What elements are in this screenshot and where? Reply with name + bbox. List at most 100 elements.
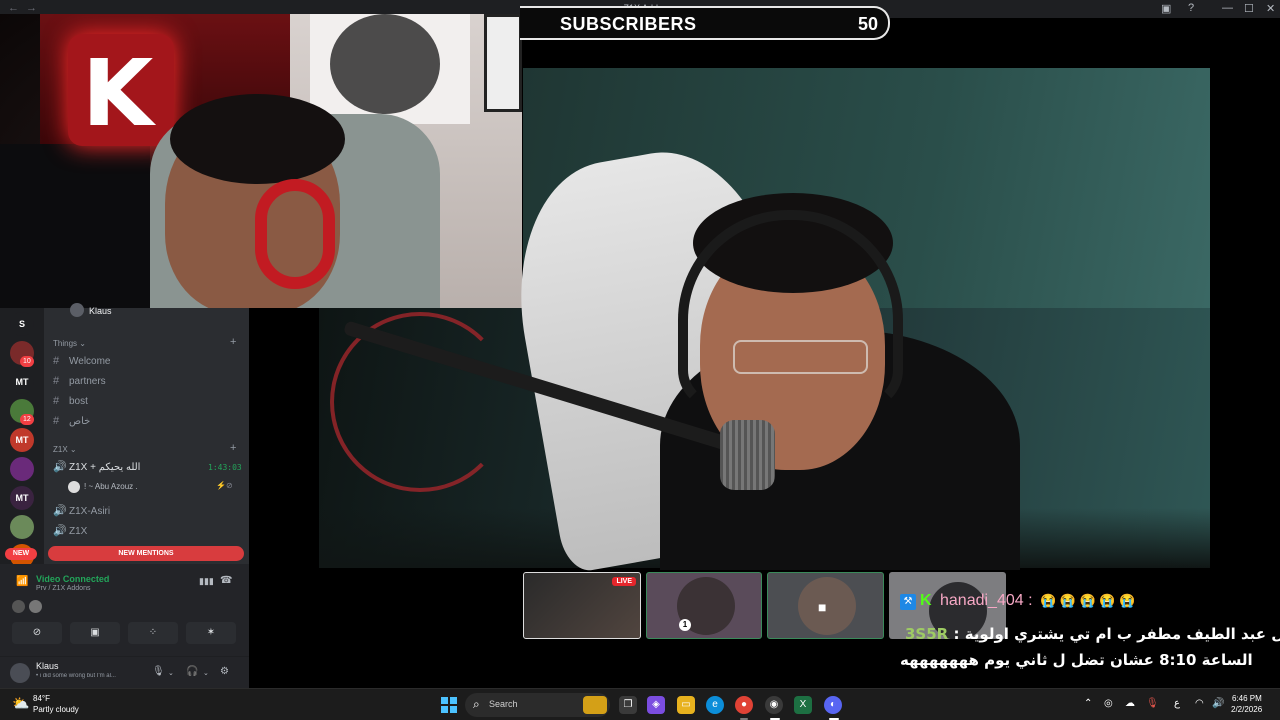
server-icon[interactable] — [10, 515, 34, 539]
language-indicator[interactable]: ع — [1174, 698, 1180, 709]
add-channel-icon[interactable]: + — [230, 336, 236, 348]
weather-icon[interactable]: ⛅ — [12, 695, 29, 712]
participant-tile[interactable]: ■ — [767, 572, 884, 639]
participant-tile-stream[interactable]: LIVE — [523, 572, 641, 639]
disconnect-icon[interactable]: ☎ — [220, 575, 232, 586]
voice-channel-z1x[interactable]: 🔊 Z1X — [53, 524, 87, 537]
inbox-icon[interactable]: ▣ — [1161, 2, 1171, 15]
edge-icon[interactable]: e — [706, 696, 724, 714]
server-icon[interactable]: MT — [10, 486, 34, 510]
voice-channel-z1x-main[interactable]: 🔊 Z1X + الله يحيكم — [53, 460, 140, 473]
channel-bost[interactable]: # bost — [53, 395, 88, 407]
search-highlight-icon — [583, 696, 607, 714]
microphone — [720, 420, 775, 490]
category-things[interactable]: Things ⌄ — [53, 339, 86, 348]
search-icon: ⌕ — [473, 697, 480, 711]
headphones-icon[interactable]: 🎧 — [186, 666, 198, 677]
chat-message-line: يا رجال عبد الطيف مطفر ب ام تي يشتري اول… — [905, 625, 1280, 643]
weather-temperature[interactable]: 84°F — [33, 694, 50, 703]
moderator-badge-icon: ⚒ — [900, 594, 916, 610]
app-tray-icon[interactable]: ◎ — [1104, 698, 1113, 709]
channel-list: Klaus Things ⌄ + # Welcome # partners # bos… — [44, 303, 249, 558]
chevron-down-icon[interactable]: ⌄ — [203, 669, 209, 677]
screen-share-button[interactable]: ▣ — [70, 622, 120, 644]
chat-username: hanadi_404 : — [940, 592, 1033, 609]
channel-welcome[interactable]: # Welcome — [53, 355, 111, 367]
excel-icon[interactable]: X — [794, 696, 812, 714]
server-icon[interactable]: S — [10, 312, 34, 336]
signal-icon[interactable]: 📶 — [16, 576, 28, 587]
webcam-frame — [484, 14, 522, 112]
new-badge[interactable]: NEW — [5, 548, 37, 560]
activities-button[interactable]: ⁘ — [128, 622, 178, 644]
headset — [255, 179, 335, 289]
server-icon[interactable]: MT — [10, 370, 34, 394]
discord-icon[interactable]: ◐ — [824, 696, 842, 714]
microphone-icon[interactable]: 🎙 — [1146, 698, 1159, 709]
discord-sidebar: S10MT12MTMTMT Klaus Things ⌄ + #Welcome … — [0, 303, 249, 688]
gear-icon[interactable]: ⚙ — [220, 666, 229, 677]
server-icon[interactable]: MT — [10, 428, 34, 452]
clock-date[interactable]: 2/2/2026 — [1231, 705, 1262, 714]
back-arrow-icon[interactable]: ← — [8, 2, 19, 14]
streamer-hair — [170, 94, 345, 184]
server-avatar[interactable] — [70, 303, 84, 317]
maximize-button[interactable]: ☐ — [1244, 2, 1254, 15]
close-button[interactable]: ✕ — [1266, 2, 1275, 15]
chat-emojis: 😭 😭 😭 😭 😭 — [1040, 593, 1136, 608]
voice-channel-z1x-asiri[interactable]: 🔊 Z1X-Asiri — [53, 504, 110, 517]
task-view-icon[interactable]: ❐ — [619, 696, 637, 714]
participant-tile[interactable]: 1 — [646, 572, 762, 639]
new-mentions-button[interactable]: NEW MENTIONS — [48, 546, 244, 561]
kick-badge-icon: K — [920, 592, 932, 609]
category-z1x[interactable]: Z1X ⌄ — [53, 445, 77, 454]
chat-username-tag: 3S5R — [905, 625, 949, 643]
subscriber-counter: SUBSCRIBERS 50 — [520, 6, 890, 40]
user-name[interactable]: Klaus — [36, 661, 59, 671]
participant-avatar[interactable] — [12, 600, 25, 613]
voice-connection-panel: 📶 Video Connected Prv / Z1X Addons ▮▮▮ ☎… — [0, 564, 249, 656]
forward-arrow-icon[interactable]: → — [26, 2, 37, 14]
video-connected-title: Video Connected — [36, 574, 110, 584]
channel-partners[interactable]: # partners — [53, 375, 106, 387]
wifi-icon[interactable]: ◠ — [1195, 698, 1204, 709]
microphone-icon[interactable]: 🎙 — [152, 666, 165, 677]
cloud-icon[interactable]: ☁ — [1125, 698, 1135, 709]
participant-count-badge: 1 — [679, 619, 691, 631]
webcam-desk — [0, 144, 150, 308]
voice-user-status-icons: ⚡⊘ — [216, 481, 233, 490]
streamer-webcam: K — [0, 14, 522, 308]
webcam-poster-art — [330, 14, 440, 114]
voice-channel-timer: 1:43:03 — [208, 463, 242, 472]
help-icon[interactable]: ? — [1188, 2, 1194, 14]
soundboard-button[interactable]: ✶ — [186, 622, 236, 644]
speaker-icon[interactable]: 🔊 — [1212, 698, 1224, 709]
search-box[interactable]: ⌕ Search — [465, 693, 610, 717]
subscribers-count: 50 — [857, 14, 878, 34]
avatar[interactable] — [10, 663, 30, 683]
start-button[interactable] — [441, 697, 457, 713]
obs-icon[interactable]: ◉ — [765, 696, 783, 714]
clock-time[interactable]: 6:46 PM — [1232, 694, 1262, 703]
voice-user[interactable]: ! ~ Abu Azouz . — [68, 481, 138, 493]
unread-badge: 12 — [20, 414, 34, 425]
minimize-button[interactable]: — — [1222, 2, 1233, 14]
server-icon[interactable] — [10, 457, 34, 481]
chrome-icon[interactable]: ● — [735, 696, 753, 714]
taskbar: ⛅ 84°F Partly cloudy ⌕ Search ❐ ◈ ▭ e ● … — [0, 688, 1280, 720]
chevron-up-icon[interactable]: ⌃ — [1084, 698, 1092, 709]
avatar — [68, 481, 80, 493]
server-name[interactable]: Klaus — [89, 306, 112, 322]
weather-description[interactable]: Partly cloudy — [33, 705, 79, 714]
copilot-icon[interactable]: ◈ — [647, 696, 665, 714]
noise-suppression-icon[interactable]: ▮▮▮ — [199, 576, 214, 587]
add-channel-icon[interactable]: + — [230, 442, 236, 454]
participant-avatar[interactable] — [29, 600, 42, 613]
live-badge: LIVE — [612, 577, 636, 586]
camera-toggle-button[interactable]: ⊘ — [12, 622, 62, 644]
video-connected-channel[interactable]: Prv / Z1X Addons — [36, 585, 90, 592]
subscribers-label: SUBSCRIBERS — [560, 14, 697, 34]
file-explorer-icon[interactable]: ▭ — [677, 696, 695, 714]
channel-private[interactable]: # خاص — [53, 415, 90, 427]
chevron-down-icon[interactable]: ⌄ — [168, 669, 174, 677]
